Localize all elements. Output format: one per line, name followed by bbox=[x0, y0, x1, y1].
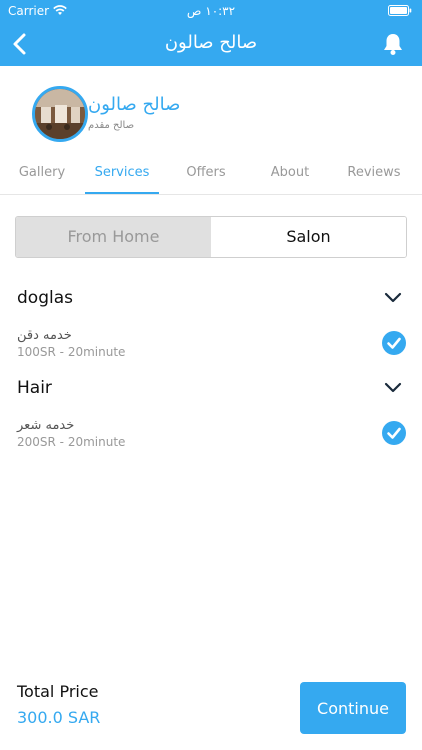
nav-bar: صالح صالون bbox=[0, 22, 422, 66]
chevron-down-icon[interactable] bbox=[384, 292, 402, 304]
tab-about[interactable]: About bbox=[248, 165, 332, 180]
segment-salon[interactable]: Salon bbox=[211, 217, 406, 257]
category-title-hair[interactable]: Hair bbox=[17, 378, 52, 398]
total-price-label: Total Price bbox=[17, 682, 99, 701]
tab-bar: Gallery Services Offers About Reviews bbox=[0, 155, 422, 195]
continue-button[interactable]: Continue bbox=[300, 682, 406, 734]
salon-photo-icon bbox=[35, 89, 85, 139]
service-detail: 100SR - 20minute bbox=[17, 345, 126, 359]
segment-from-home[interactable]: From Home bbox=[16, 217, 211, 257]
avatar bbox=[32, 86, 88, 142]
service-detail: 200SR - 20minute bbox=[17, 435, 126, 449]
salon-profile: صالح صالون صالح مقدم bbox=[0, 80, 422, 150]
category-title-doglas[interactable]: doglas bbox=[17, 288, 73, 308]
total-price-value: 300.0 SAR bbox=[17, 708, 101, 727]
app-header: Carrier ١٠:٣٢ ص صالح صالون bbox=[0, 0, 422, 66]
salon-name: صالح صالون bbox=[88, 94, 181, 115]
tab-services[interactable]: Services bbox=[80, 165, 164, 180]
status-time: ١٠:٣٢ ص bbox=[186, 4, 236, 18]
battery-icon bbox=[388, 5, 412, 16]
tab-reviews[interactable]: Reviews bbox=[332, 165, 416, 180]
location-segmented-control: From Home Salon bbox=[15, 216, 407, 258]
status-bar: Carrier ١٠:٣٢ ص bbox=[0, 0, 422, 22]
chevron-down-icon[interactable] bbox=[384, 382, 402, 394]
tab-offers[interactable]: Offers bbox=[164, 165, 248, 180]
page-title: صالح صالون bbox=[164, 32, 258, 53]
checkout-footer: Total Price 300.0 SAR Continue bbox=[0, 670, 422, 750]
tab-gallery[interactable]: Gallery bbox=[0, 165, 84, 180]
salon-subtitle: صالح مقدم bbox=[88, 120, 135, 131]
checkmark-circle-icon[interactable] bbox=[382, 421, 406, 445]
active-tab-indicator bbox=[85, 192, 159, 194]
bell-icon[interactable] bbox=[382, 32, 404, 56]
checkmark-circle-icon[interactable] bbox=[382, 331, 406, 355]
service-name: خدمه دقن bbox=[17, 328, 72, 343]
service-name: خدمه شعر bbox=[17, 418, 75, 433]
